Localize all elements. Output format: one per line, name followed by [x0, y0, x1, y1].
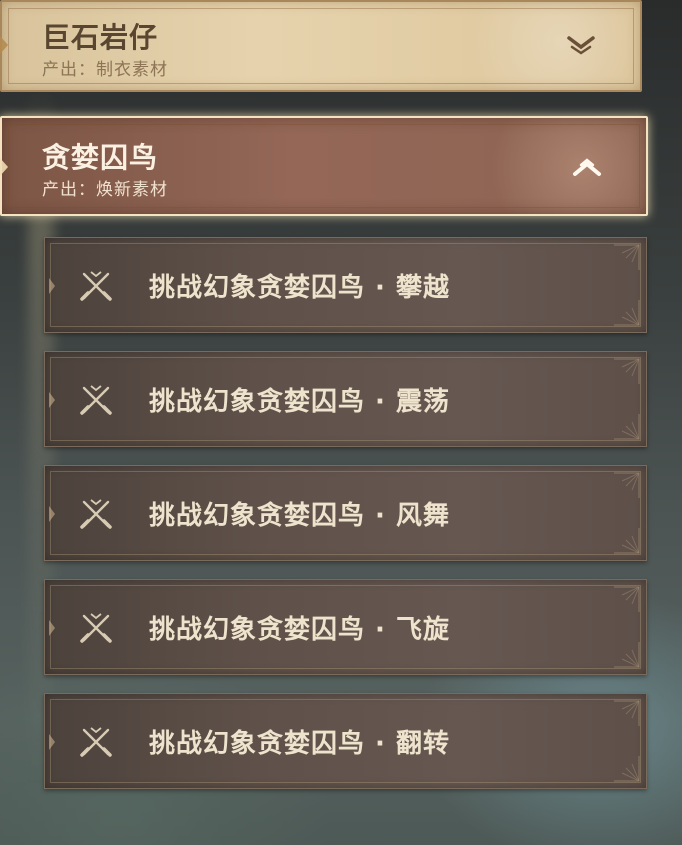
- corner-ornament: [614, 300, 640, 326]
- challenge-item[interactable]: 挑战幻象贪婪囚鸟 · 翻转: [44, 693, 647, 789]
- challenge-item[interactable]: 挑战幻象贪婪囚鸟 · 攀越: [44, 237, 647, 333]
- challenge-label: 挑战幻象贪婪囚鸟 · 风舞: [149, 501, 450, 531]
- challenge-item[interactable]: 挑战幻象贪婪囚鸟 · 震荡: [44, 351, 647, 447]
- crossed-swords-icon: [80, 613, 112, 643]
- crossed-swords-icon: [80, 499, 112, 529]
- corner-ornament: [614, 244, 640, 270]
- category-giant-rock[interactable]: 巨石岩仔 产出：制衣素材: [0, 0, 642, 92]
- left-pointer-icon: [49, 278, 55, 294]
- corner-ornament: [614, 756, 640, 782]
- left-pointer-icon: [0, 36, 8, 54]
- challenge-item[interactable]: 挑战幻象贪婪囚鸟 · 风舞: [44, 465, 647, 561]
- left-pointer-icon: [0, 158, 8, 176]
- category-subtitle: 产出：制衣素材: [42, 60, 168, 80]
- left-pointer-icon: [49, 734, 55, 750]
- crossed-swords-icon: [80, 271, 112, 301]
- challenge-label: 挑战幻象贪婪囚鸟 · 翻转: [149, 729, 450, 759]
- category-title: 巨石岩仔: [42, 21, 159, 54]
- challenge-label: 挑战幻象贪婪囚鸟 · 飞旋: [149, 615, 450, 645]
- corner-ornament: [614, 414, 640, 440]
- chevron-up-icon[interactable]: [572, 156, 602, 178]
- category-subtitle: 产出：焕新素材: [42, 180, 168, 200]
- category-greedy-bird[interactable]: 贪婪囚鸟 产出：焕新素材: [0, 116, 648, 216]
- corner-ornament: [614, 528, 640, 554]
- crossed-swords-icon: [80, 727, 112, 757]
- corner-ornament: [614, 586, 640, 612]
- challenge-item[interactable]: 挑战幻象贪婪囚鸟 · 飞旋: [44, 579, 647, 675]
- challenge-label: 挑战幻象贪婪囚鸟 · 攀越: [149, 273, 450, 303]
- challenge-label: 挑战幻象贪婪囚鸟 · 震荡: [149, 387, 450, 417]
- left-pointer-icon: [49, 392, 55, 408]
- corner-ornament: [614, 472, 640, 498]
- corner-ornament: [614, 358, 640, 384]
- left-pointer-icon: [49, 506, 55, 522]
- corner-ornament: [614, 700, 640, 726]
- left-pointer-icon: [49, 620, 55, 636]
- corner-ornament: [614, 642, 640, 668]
- chevron-down-icon[interactable]: [566, 34, 596, 56]
- crossed-swords-icon: [80, 385, 112, 415]
- category-title: 贪婪囚鸟: [42, 141, 159, 174]
